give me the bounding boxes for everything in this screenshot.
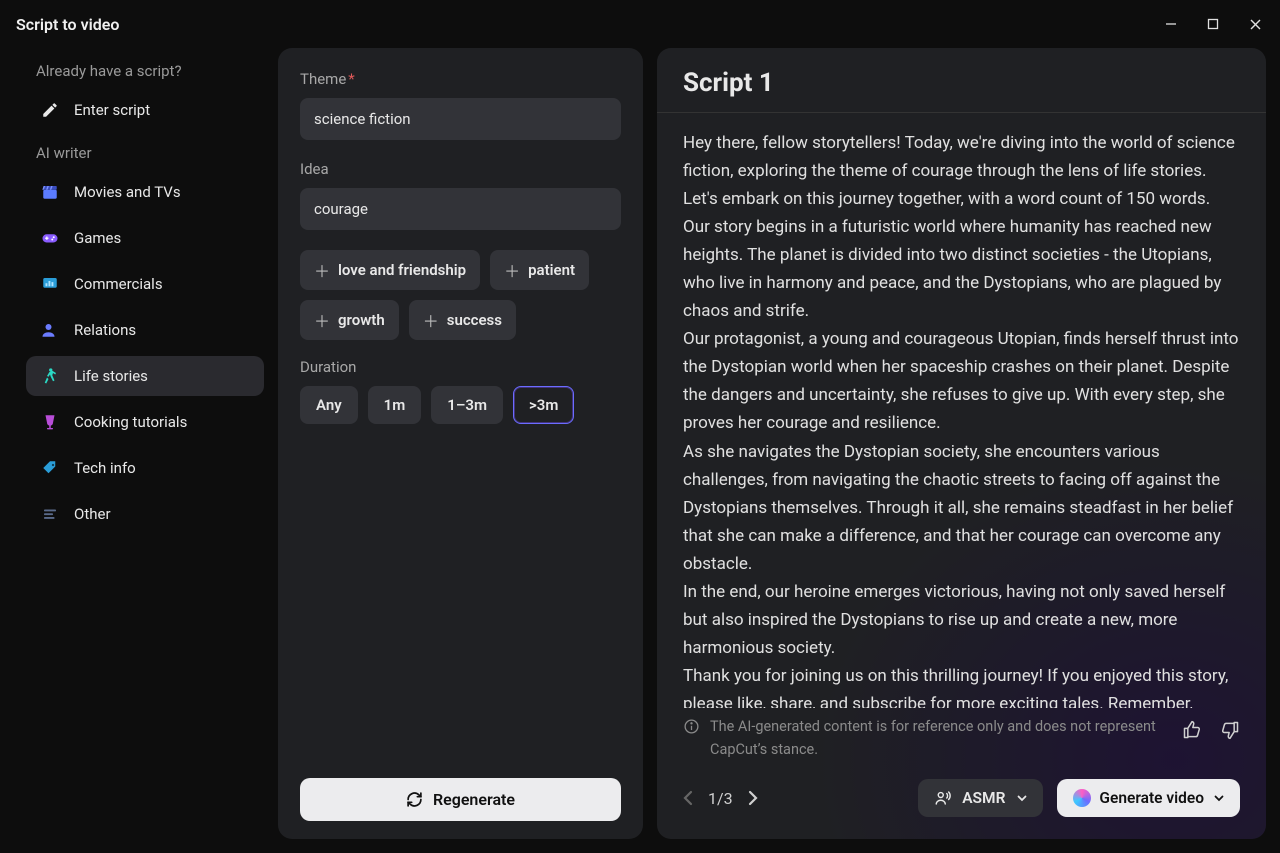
sparkle-icon <box>1073 789 1091 807</box>
page-indicator: 1/3 <box>708 789 733 808</box>
duration-label: Duration <box>300 358 621 376</box>
sidebar-item-label: Other <box>74 505 111 523</box>
idea-label: Idea <box>300 160 621 178</box>
sidebar-item-label: Tech info <box>74 459 136 477</box>
sidebar-item-tech[interactable]: Tech info <box>26 448 264 488</box>
script-paragraph: Our protagonist, a young and courageous … <box>683 325 1240 437</box>
script-paragraph: As she navigates the Dystopian society, … <box>683 438 1240 578</box>
theme-label: Theme* <box>300 70 621 88</box>
plus-icon: ＋ <box>314 308 330 332</box>
person-icon <box>40 320 60 340</box>
duration-1m[interactable]: 1m <box>368 386 422 424</box>
tag-icon <box>40 458 60 478</box>
script-paragraph: Our story begins in a futuristic world w… <box>683 213 1240 325</box>
sidebar-item-other[interactable]: Other <box>26 494 264 534</box>
suggestion-chip[interactable]: ＋love and friendship <box>300 250 480 290</box>
minimize-icon[interactable] <box>1162 15 1180 33</box>
suggestion-chip[interactable]: ＋success <box>409 300 516 340</box>
walking-icon <box>40 366 60 386</box>
script-paragraph: Hey there, fellow storytellers! Today, w… <box>683 129 1240 213</box>
glass-icon <box>40 412 60 432</box>
sidebar-item-label: Games <box>74 229 121 247</box>
script-body[interactable]: Hey there, fellow storytellers! Today, w… <box>657 113 1266 708</box>
gamepad-icon <box>40 228 60 248</box>
suggestion-chips: ＋love and friendship ＋patient ＋growth ＋s… <box>300 250 621 340</box>
sidebar-item-label: Commercials <box>74 275 163 293</box>
duration-any[interactable]: Any <box>300 386 358 424</box>
voice-select[interactable]: ASMR <box>918 779 1043 817</box>
close-icon[interactable] <box>1246 15 1264 33</box>
sidebar-item-commercials[interactable]: Commercials <box>26 264 264 304</box>
script-panel: Script 1 Hey there, fellow storytellers!… <box>657 48 1266 839</box>
duration-options: Any 1m 1–3m >3m <box>300 386 621 424</box>
script-paragraph: In the end, our heroine emerges victorio… <box>683 578 1240 662</box>
regenerate-button[interactable]: Regenerate <box>300 778 621 821</box>
sidebar-item-life-stories[interactable]: Life stories <box>26 356 264 396</box>
duration-3m-plus[interactable]: >3m <box>513 386 574 424</box>
clapper-icon <box>40 182 60 202</box>
maximize-icon[interactable] <box>1204 15 1222 33</box>
list-icon <box>40 504 60 524</box>
sidebar-item-label: Life stories <box>74 367 148 385</box>
voice-icon <box>934 789 952 807</box>
chevron-down-icon <box>1214 795 1224 802</box>
suggestion-chip[interactable]: ＋patient <box>490 250 589 290</box>
generate-video-button[interactable]: Generate video <box>1057 779 1240 817</box>
sidebar-item-relations[interactable]: Relations <box>26 310 264 350</box>
chevron-down-icon <box>1017 795 1027 802</box>
info-icon <box>683 716 700 735</box>
plus-icon: ＋ <box>423 308 439 332</box>
script-title: Script 1 <box>683 68 1240 98</box>
ai-writer-label: AI writer <box>26 144 264 162</box>
sidebar-item-label: Enter script <box>74 101 150 119</box>
sidebar-item-label: Relations <box>74 321 136 339</box>
idea-input[interactable] <box>300 188 621 230</box>
pencil-icon <box>40 100 60 120</box>
theme-input[interactable] <box>300 98 621 140</box>
thumbs-down-icon[interactable] <box>1220 720 1240 740</box>
window-title: Script to video <box>16 15 119 34</box>
sidebar-item-cooking[interactable]: Cooking tutorials <box>26 402 264 442</box>
window-controls <box>1162 15 1264 33</box>
refresh-icon <box>406 791 423 808</box>
presentation-icon <box>40 274 60 294</box>
next-page-icon[interactable] <box>747 790 758 806</box>
sidebar-item-games[interactable]: Games <box>26 218 264 258</box>
sidebar-item-label: Movies and TVs <box>74 183 181 201</box>
plus-icon: ＋ <box>504 258 520 282</box>
suggestion-chip[interactable]: ＋growth <box>300 300 399 340</box>
titlebar: Script to video <box>0 0 1280 48</box>
disclaimer-row: The AI-generated content is for referenc… <box>657 708 1266 761</box>
sidebar-item-label: Cooking tutorials <box>74 413 187 431</box>
form-panel: Theme* Idea ＋love and friendship ＋patien… <box>278 48 643 839</box>
sidebar-prompt: Already have a script? <box>26 62 264 80</box>
sidebar-item-movies[interactable]: Movies and TVs <box>26 172 264 212</box>
prev-page-icon[interactable] <box>683 790 694 806</box>
script-bottom-bar: 1/3 ASMR <box>657 761 1266 821</box>
duration-1-3m[interactable]: 1–3m <box>431 386 503 424</box>
sidebar: Already have a script? Enter script AI w… <box>14 48 264 839</box>
sidebar-enter-script[interactable]: Enter script <box>26 90 264 130</box>
pager: 1/3 <box>683 789 758 808</box>
thumbs-up-icon[interactable] <box>1182 720 1202 740</box>
disclaimer-text: The AI-generated content is for referenc… <box>710 716 1172 761</box>
plus-icon: ＋ <box>314 258 330 282</box>
